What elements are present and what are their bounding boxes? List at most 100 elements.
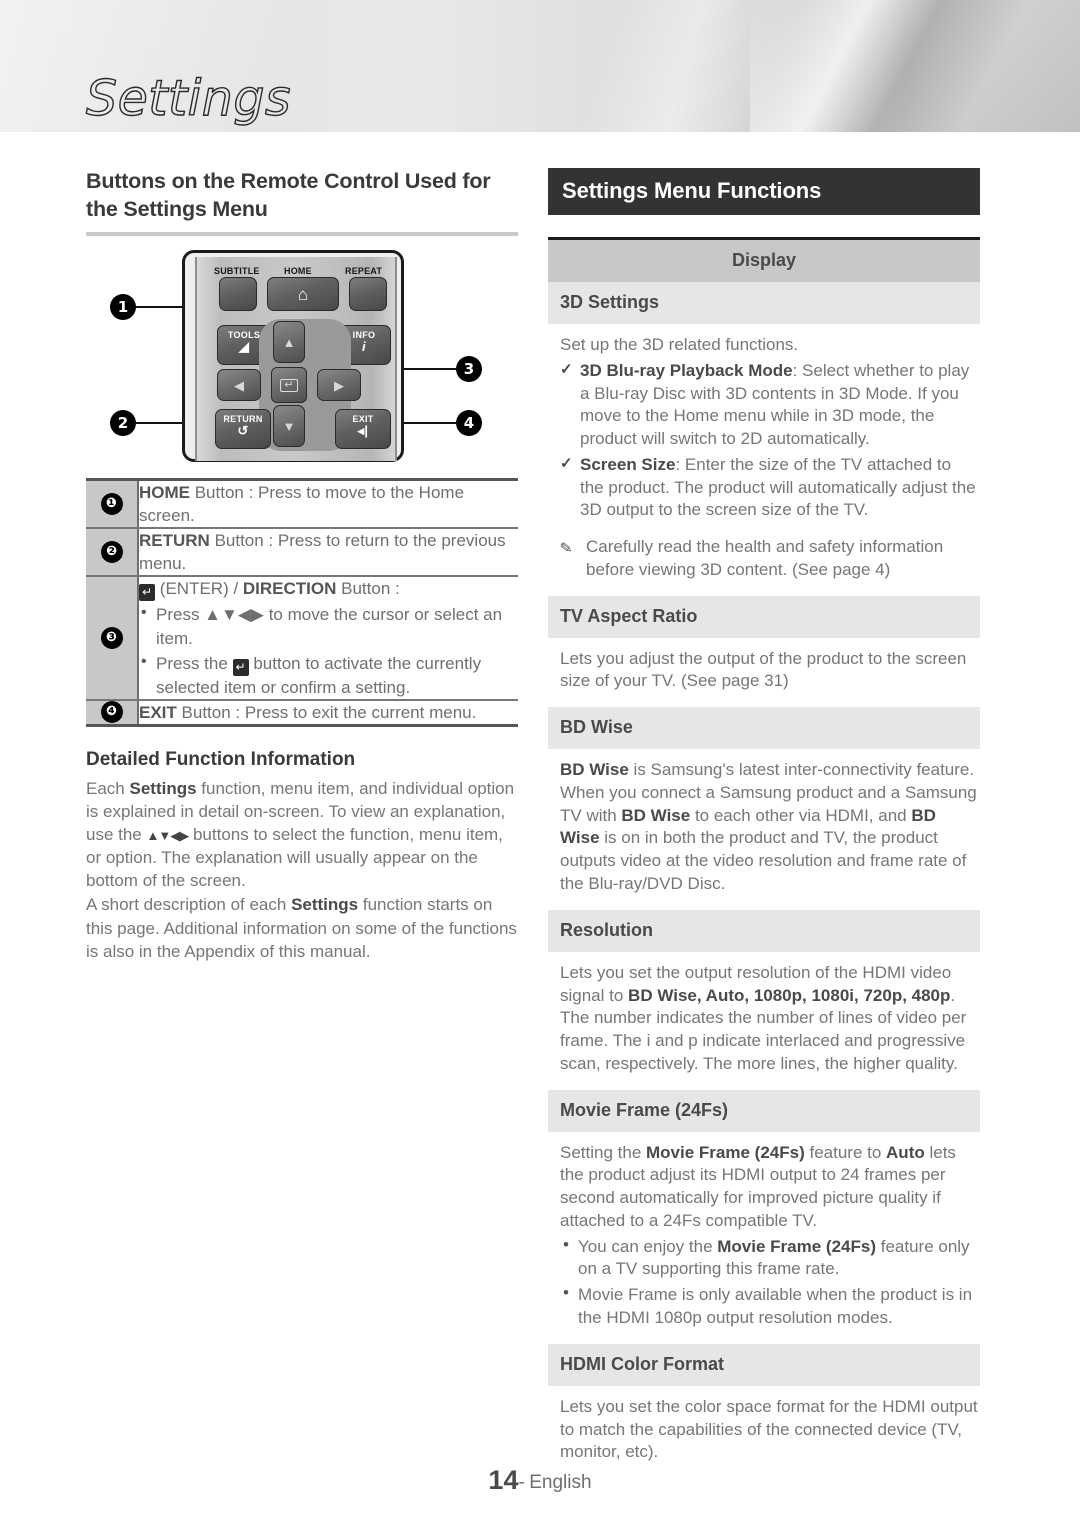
table-row: ❶ HOME Button : Press to move to the Hom…: [86, 479, 518, 530]
callout-marker-3: 3: [456, 356, 482, 383]
mf-dot1-pre: Movie Frame is only available when the p…: [578, 1285, 973, 1327]
chapter-title: Settings: [85, 70, 291, 127]
row-badge-4: ❹: [100, 701, 123, 724]
exit-label-bold: EXIT: [139, 702, 177, 722]
p2-a: A short description of each: [86, 895, 292, 915]
item-title-tv-aspect-ratio: TV Aspect Ratio: [548, 595, 980, 638]
header-sheen-decoration: [750, 0, 1080, 132]
row-number-cell: ❶: [86, 479, 139, 530]
direction-left-button[interactable]: ◀: [217, 369, 261, 402]
left-section-heading: Buttons on the Remote Control Used for t…: [86, 169, 491, 221]
exit-label-rest: Button : Press to exit the current menu.: [176, 702, 477, 722]
3d-settings-intro: Set up the 3D related functions.: [560, 335, 799, 354]
row-description-3: ↵ (ENTER) / DIRECTION Button : Press ▲▼◀…: [138, 576, 518, 701]
table-row: ❷ RETURN Button : Press to return to the…: [86, 528, 518, 578]
row-description-4: EXIT Button : Press to exit the current …: [138, 700, 518, 726]
mf-dot0-bold: Movie Frame (24Fs): [717, 1236, 876, 1256]
item-title-bd-wise: BD Wise: [548, 707, 980, 750]
left-column: Buttons on the Remote Control Used for t…: [86, 168, 518, 964]
press-the-text: Press the: [156, 653, 233, 673]
remote-inner-panel: SUBTITLE HOME ⌂ REPEAT TOOLS ◢ INFO i ▲ …: [195, 257, 397, 462]
movie-frame-dot-list: You can enjoy the Movie Frame (24Fs) fea…: [560, 1234, 978, 1330]
exit-button[interactable]: EXIT ◂|: [335, 409, 391, 450]
item-title-movie-frame: Movie Frame (24Fs): [548, 1089, 980, 1132]
mf-p3: Auto: [886, 1142, 925, 1162]
item-title-hdmi-color-format: HDMI Color Format: [548, 1343, 980, 1386]
home-button-label: HOME: [284, 266, 312, 277]
detailed-function-heading: Detailed Function Information: [86, 748, 356, 770]
settings-menu-functions-header: Settings Menu Functions: [548, 168, 980, 215]
row-description-1: HOME Button : Press to move to the Home …: [138, 479, 518, 530]
list-item: You can enjoy the Movie Frame (24Fs) fea…: [560, 1234, 978, 1282]
row-badge-3: ❸: [100, 627, 123, 650]
return-button[interactable]: RETURN ↺: [215, 409, 271, 450]
page-number: 14: [488, 1465, 519, 1495]
remote-body: SUBTITLE HOME ⌂ REPEAT TOOLS ◢ INFO i ▲ …: [182, 250, 404, 463]
row-badge-1: ❶: [100, 493, 123, 516]
p1-settings-bold: Settings: [129, 778, 197, 798]
3d-settings-check-list: 3D Blu-ray Playback Mode: Select whether…: [560, 360, 978, 522]
item-body-3d-settings: Set up the 3D related functions. 3D Blu-…: [548, 324, 980, 596]
bdwise-p2: BD Wise: [621, 805, 691, 825]
home-button[interactable]: ⌂: [267, 277, 339, 312]
callout-marker-4: 4: [456, 410, 482, 437]
footer-separator: -: [518, 1472, 525, 1493]
row-number-cell: ❷: [86, 528, 139, 578]
right-column: Settings Menu Functions Display 3D Setti…: [548, 168, 980, 1478]
remote-control-diagram: 1 2 3 4 SUBTITLE HOME ⌂ REPEAT TOOLS ◢ I…: [86, 244, 518, 472]
enter-icon-inline: ↵: [139, 584, 156, 602]
item-title-resolution: Resolution: [548, 909, 980, 952]
return-icon: ↺: [237, 423, 249, 439]
p2-settings-bold: Settings: [291, 895, 359, 915]
page-footer: 14- English: [0, 1465, 1080, 1496]
detailed-paragraph-1: Each Settings function, menu item, and i…: [86, 777, 518, 893]
mf-p1: Movie Frame (24Fs): [646, 1142, 805, 1162]
direction-down-button[interactable]: ▼: [273, 405, 305, 448]
repeat-button-label: REPEAT: [345, 266, 383, 277]
direction-title-bold: DIRECTION: [242, 579, 337, 599]
category-bar-display: Display: [548, 237, 980, 282]
mf-dot0-pre: You can enjoy the: [578, 1236, 718, 1256]
direction-right-button[interactable]: ▶: [317, 369, 361, 402]
callout-marker-1: 1: [110, 294, 136, 321]
enter-icon-inline-2: ↵: [232, 658, 249, 676]
heading-divider: [86, 232, 518, 237]
item-body-bd-wise: BD Wise is Samsung's latest inter-connec…: [548, 749, 980, 910]
manual-page: Settings Buttons on the Remote Control U…: [0, 0, 1080, 1532]
repeat-button[interactable]: [349, 277, 387, 312]
table-row: ❸ ↵ (ENTER) / DIRECTION Button : Press ▲…: [86, 576, 518, 701]
check-bold-0: 3D Blu-ray Playback Mode: [580, 360, 793, 380]
row-badge-2: ❷: [100, 541, 123, 564]
note-text: Carefully read the health and safety inf…: [586, 537, 944, 579]
mf-p2: feature to: [804, 1142, 887, 1162]
exit-icon: ◂|: [357, 423, 369, 439]
item-title-3d-settings: 3D Settings: [548, 282, 980, 324]
check-bold-1: Screen Size: [580, 454, 676, 474]
p1-a: Each: [86, 778, 130, 798]
mf-p0: Setting the: [560, 1142, 647, 1162]
list-item: Press the ↵ button to activate the curre…: [139, 651, 518, 699]
list-item: Press ▲▼◀▶ to move the cursor or select …: [139, 602, 518, 649]
table-row: ❹ EXIT Button : Press to exit the curren…: [86, 699, 518, 726]
footer-language: English: [529, 1472, 592, 1493]
list-item: Movie Frame is only available when the p…: [560, 1282, 978, 1330]
detailed-paragraph-2: A short description of each Settings fun…: [86, 893, 518, 962]
home-label-bold: HOME: [139, 483, 190, 503]
bdwise-p0: BD Wise: [560, 760, 629, 780]
3d-settings-note: ✎ Carefully read the health and safety in…: [558, 536, 978, 582]
list-item: 3D Blu-ray Playback Mode: Select whether…: [560, 360, 978, 451]
enter-title-tail: Button :: [336, 579, 400, 599]
bdwise-p5: is on in both the product and TV, the pr…: [560, 828, 967, 894]
enter-button[interactable]: ↵: [271, 367, 307, 404]
item-body-resolution: Lets you set the output resolution of th…: [548, 952, 980, 1090]
row-description-2: RETURN Button : Press to return to the p…: [138, 528, 518, 578]
enter-icon: ↵: [280, 378, 298, 392]
list-item: Screen Size: Enter the size of the TV at…: [560, 454, 978, 522]
direction-up-button[interactable]: ▲: [273, 321, 305, 364]
callout-marker-2: 2: [110, 410, 136, 437]
subtitle-button[interactable]: [219, 277, 257, 312]
res-p1: BD Wise, Auto, 1080p, 1080i, 720p, 480p: [628, 985, 951, 1005]
enter-bullet-list: Press ▲▼◀▶ to move the cursor or select …: [139, 602, 518, 699]
pencil-note-icon: ✎: [558, 539, 574, 558]
enter-title-rest: (ENTER) /: [159, 579, 243, 599]
